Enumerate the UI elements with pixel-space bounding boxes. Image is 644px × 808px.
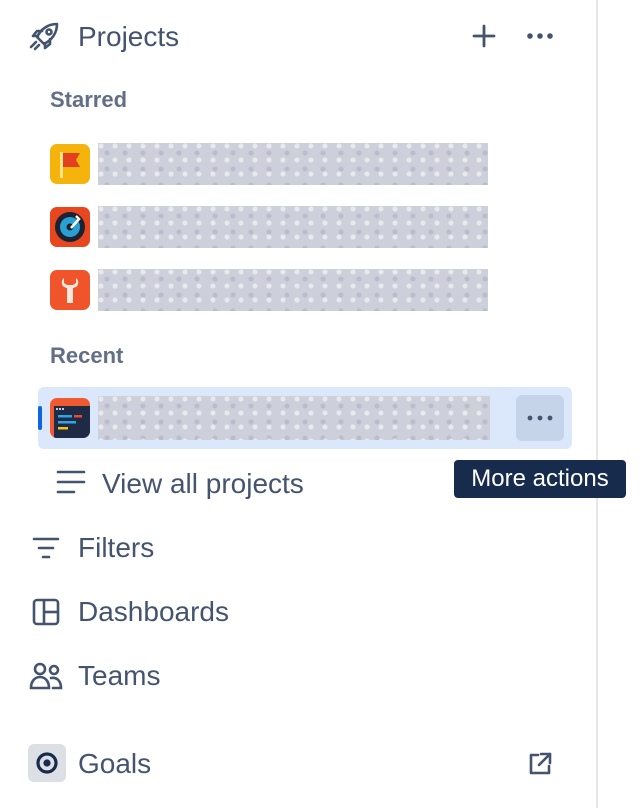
nav-filters-label: Filters <box>78 532 155 563</box>
people-icon <box>26 658 66 694</box>
view-all-projects-label: View all projects <box>102 468 304 499</box>
wrench-project-icon <box>50 270 90 310</box>
projects-title: Projects <box>78 21 180 52</box>
project-name <box>98 143 488 185</box>
starred-project-3[interactable] <box>38 259 572 321</box>
project-name <box>98 396 490 440</box>
starred-project-1[interactable] <box>38 133 572 195</box>
rocket-icon <box>29 22 59 51</box>
nav-goals-label: Goals <box>78 748 152 779</box>
projects-header[interactable]: Projects <box>28 16 568 56</box>
recent-project-1[interactable] <box>38 387 572 449</box>
nav-teams-label: Teams <box>78 660 161 691</box>
recent-label: Recent <box>50 343 124 368</box>
more-horizontal-icon <box>527 33 553 39</box>
dashboard-icon <box>26 594 66 630</box>
list-icon <box>56 470 86 494</box>
starred-project-2[interactable] <box>38 196 572 258</box>
goal-icon <box>28 744 66 782</box>
starred-label: Starred <box>50 87 128 112</box>
selected-indicator <box>38 406 42 430</box>
projects-more-button[interactable] <box>520 16 560 56</box>
nav-dashboards[interactable]: Dashboards <box>26 590 566 634</box>
disc-project-icon <box>50 207 90 247</box>
project-more-actions-button[interactable] <box>516 395 564 441</box>
plus-icon <box>472 24 496 48</box>
code-project-icon <box>50 398 90 438</box>
nav-teams[interactable]: Teams <box>26 654 566 698</box>
filter-icon <box>26 530 66 566</box>
nav-goals[interactable]: Goals <box>26 742 566 786</box>
sidebar: Projects Starred Recent View all project… <box>0 0 597 808</box>
project-name <box>98 269 488 311</box>
more-horizontal-icon <box>527 415 553 421</box>
flag-project-icon <box>50 144 90 184</box>
view-all-projects-link[interactable]: View all projects <box>50 462 450 506</box>
sidebar-divider <box>596 0 598 808</box>
add-project-button[interactable] <box>464 16 504 56</box>
project-name <box>98 206 488 248</box>
external-link-icon[interactable] <box>526 750 554 778</box>
more-actions-tooltip: More actions <box>454 460 626 498</box>
nav-dashboards-label: Dashboards <box>78 596 229 627</box>
nav-filters[interactable]: Filters <box>26 526 566 570</box>
